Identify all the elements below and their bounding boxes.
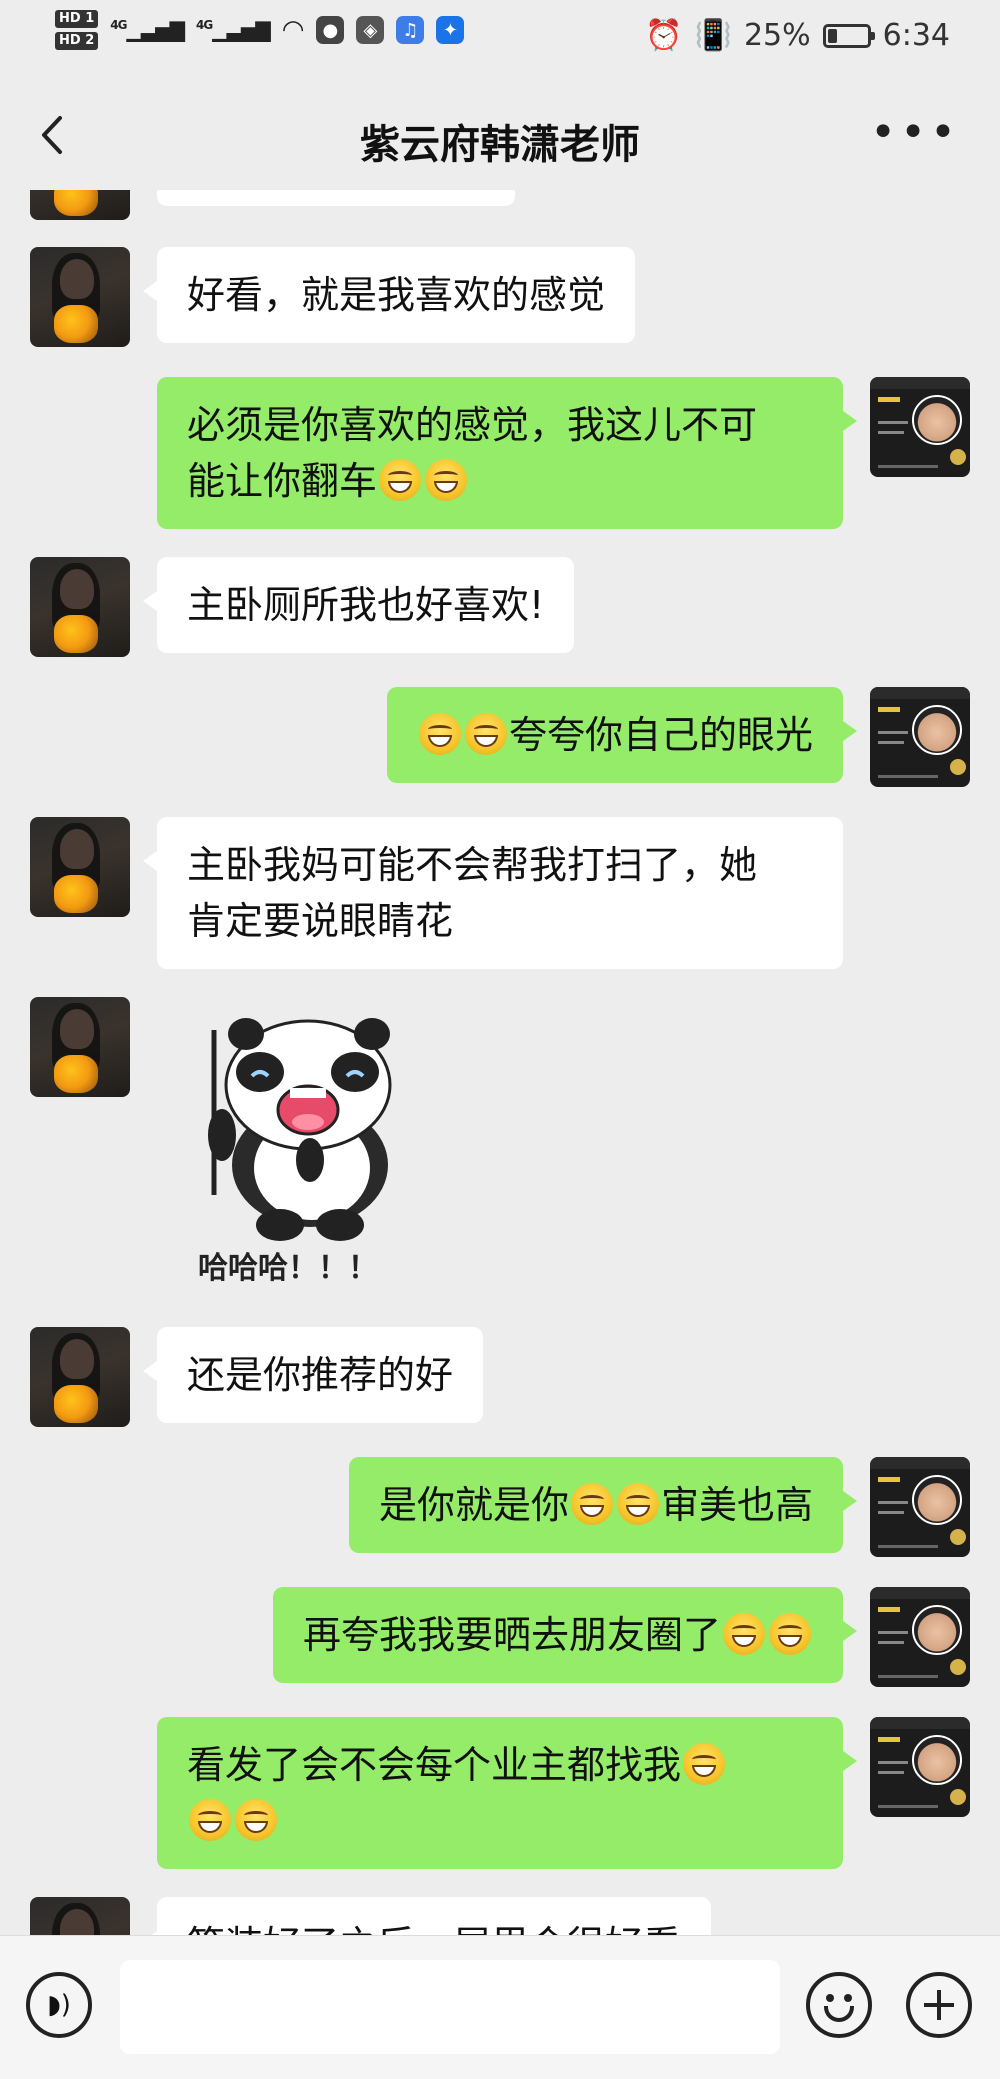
message-input[interactable] — [120, 1960, 780, 2054]
message-text: 还是你推荐的好 — [187, 1353, 454, 1397]
message-text: 必须是你喜欢的感觉，我这儿不可 — [187, 403, 758, 447]
message-list[interactable]: 好看，就是我喜欢的感觉 必须是你喜欢的感觉，我这儿不可 能让你翻车 主卧厕所我也… — [0, 190, 1000, 1935]
grin-emoji-icon — [235, 1799, 277, 1841]
contact-avatar[interactable] — [30, 817, 130, 917]
hd1-badge: HD 1 — [55, 10, 99, 28]
battery-fill — [827, 28, 838, 43]
contact-avatar[interactable] — [30, 1897, 130, 1935]
hd-indicators: HD 1 HD 2 — [55, 10, 99, 50]
grin-emoji-icon — [418, 713, 461, 755]
sticker-caption: 哈哈哈！！！ — [198, 1251, 378, 1286]
message-bubble[interactable]: 必须是你喜欢的感觉，我这儿不可 能让你翻车 — [157, 377, 857, 529]
panda-laughing-sticker[interactable]: 哈哈哈！！！ — [190, 1010, 430, 1290]
hd2-badge: HD 2 — [55, 32, 99, 50]
chat-header: 紫云府韩潇老师 ••• — [0, 80, 1000, 190]
message-text: 能让你翻车 — [187, 459, 378, 503]
chat-title: 紫云府韩潇老师 — [360, 122, 640, 168]
my-avatar[interactable] — [870, 1587, 970, 1687]
grin-emoji-icon — [425, 459, 468, 501]
tears-of-joy-emoji-icon — [769, 1613, 811, 1655]
message-text: 是你就是你 — [378, 1483, 569, 1527]
message-bubble[interactable]: 主卧我妈可能不会帮我打扫了，她 肯定要说眼睛花 — [143, 817, 843, 969]
message-text: 好看，就是我喜欢的感觉 — [187, 273, 606, 317]
message-text: 肯定要说眼睛花 — [187, 899, 454, 943]
music-app-icon: ♫ — [396, 16, 425, 44]
emoji-icon[interactable] — [806, 1972, 872, 2038]
grin-emoji-icon — [683, 1743, 726, 1785]
grin-emoji-icon — [464, 713, 507, 755]
clock: 6:34 — [882, 18, 950, 53]
input-bar: ◗) — [0, 1935, 1000, 2079]
message-bubble[interactable]: 还是你推荐的好 — [142, 1327, 484, 1423]
vibrate-icon: 📳 — [694, 18, 732, 53]
voice-input-icon[interactable]: ◗) — [26, 1972, 92, 2038]
message-text: 夸夸你自己的眼光 — [508, 713, 813, 757]
my-avatar[interactable] — [870, 687, 970, 787]
signal-icon-2: 4G▁▃▅▇ — [195, 18, 271, 42]
grin-emoji-icon — [616, 1483, 659, 1525]
my-avatar[interactable] — [870, 1457, 970, 1557]
message-text: 看发了会不会每个业主都找我 — [187, 1743, 682, 1787]
message-text: 再夸我我要晒去朋友圈了 — [302, 1613, 721, 1657]
contact-avatar[interactable] — [30, 997, 130, 1097]
lightbulb-app-icon: ✦ — [436, 16, 465, 44]
message-text: 等装好了之后，屋里会很好看 — [187, 1923, 681, 1935]
shield-app-icon: ◈ — [356, 16, 385, 44]
contact-avatar[interactable] — [30, 557, 130, 657]
status-right: ⏰ 📳 25% 6:34 — [645, 18, 950, 53]
contact-avatar[interactable] — [30, 247, 130, 347]
message-bubble[interactable]: 看发了会不会每个业主都找我 — [157, 1717, 857, 1869]
signal-icon-1: 4G▁▃▅▇ — [110, 18, 185, 42]
my-avatar[interactable] — [870, 1717, 970, 1817]
my-avatar[interactable] — [870, 377, 970, 477]
message-bubble[interactable]: 是你就是你 审美也高 — [348, 1457, 858, 1553]
battery-icon — [822, 23, 875, 48]
grin-emoji-icon — [379, 459, 422, 501]
status-left: HD 1 HD 2 4G▁▃▅▇ 4G▁▃▅▇ ◠ ● ◈ ♫ ✦ — [55, 10, 465, 50]
alarm-icon: ⏰ — [645, 18, 683, 53]
wechat-icon: ● — [316, 16, 345, 44]
message-bubble[interactable]: 等装好了之后，屋里会很好看 — [142, 1897, 712, 1935]
contact-avatar[interactable] — [30, 190, 130, 220]
message-text: 主卧我妈可能不会帮我打扫了，她 — [187, 843, 758, 887]
grin-emoji-icon — [570, 1483, 613, 1525]
message-bubble-partial[interactable] — [157, 190, 515, 206]
message-bubble[interactable]: 夸夸你自己的眼光 — [386, 687, 858, 783]
more-functions-plus-icon[interactable] — [906, 1972, 972, 2038]
message-bubble[interactable]: 主卧厕所我也好喜欢! — [142, 557, 575, 653]
contact-avatar[interactable] — [30, 1327, 130, 1427]
message-text: 主卧厕所我也好喜欢! — [187, 583, 545, 627]
wifi-icon: ◠ — [281, 15, 305, 45]
message-bubble[interactable]: 好看，就是我喜欢的感觉 — [142, 247, 636, 343]
message-text: 审美也高 — [660, 1483, 813, 1527]
battery-percent: 25% — [743, 18, 811, 53]
status-bar: HD 1 HD 2 4G▁▃▅▇ 4G▁▃▅▇ ◠ ● ◈ ♫ ✦ ⏰ 📳 25… — [0, 0, 1000, 80]
grin-emoji-icon — [189, 1799, 231, 1841]
message-bubble[interactable]: 再夸我我要晒去朋友圈了 — [272, 1587, 858, 1683]
tears-of-joy-emoji-icon — [723, 1613, 765, 1655]
more-options-icon[interactable]: ••• — [870, 111, 960, 155]
